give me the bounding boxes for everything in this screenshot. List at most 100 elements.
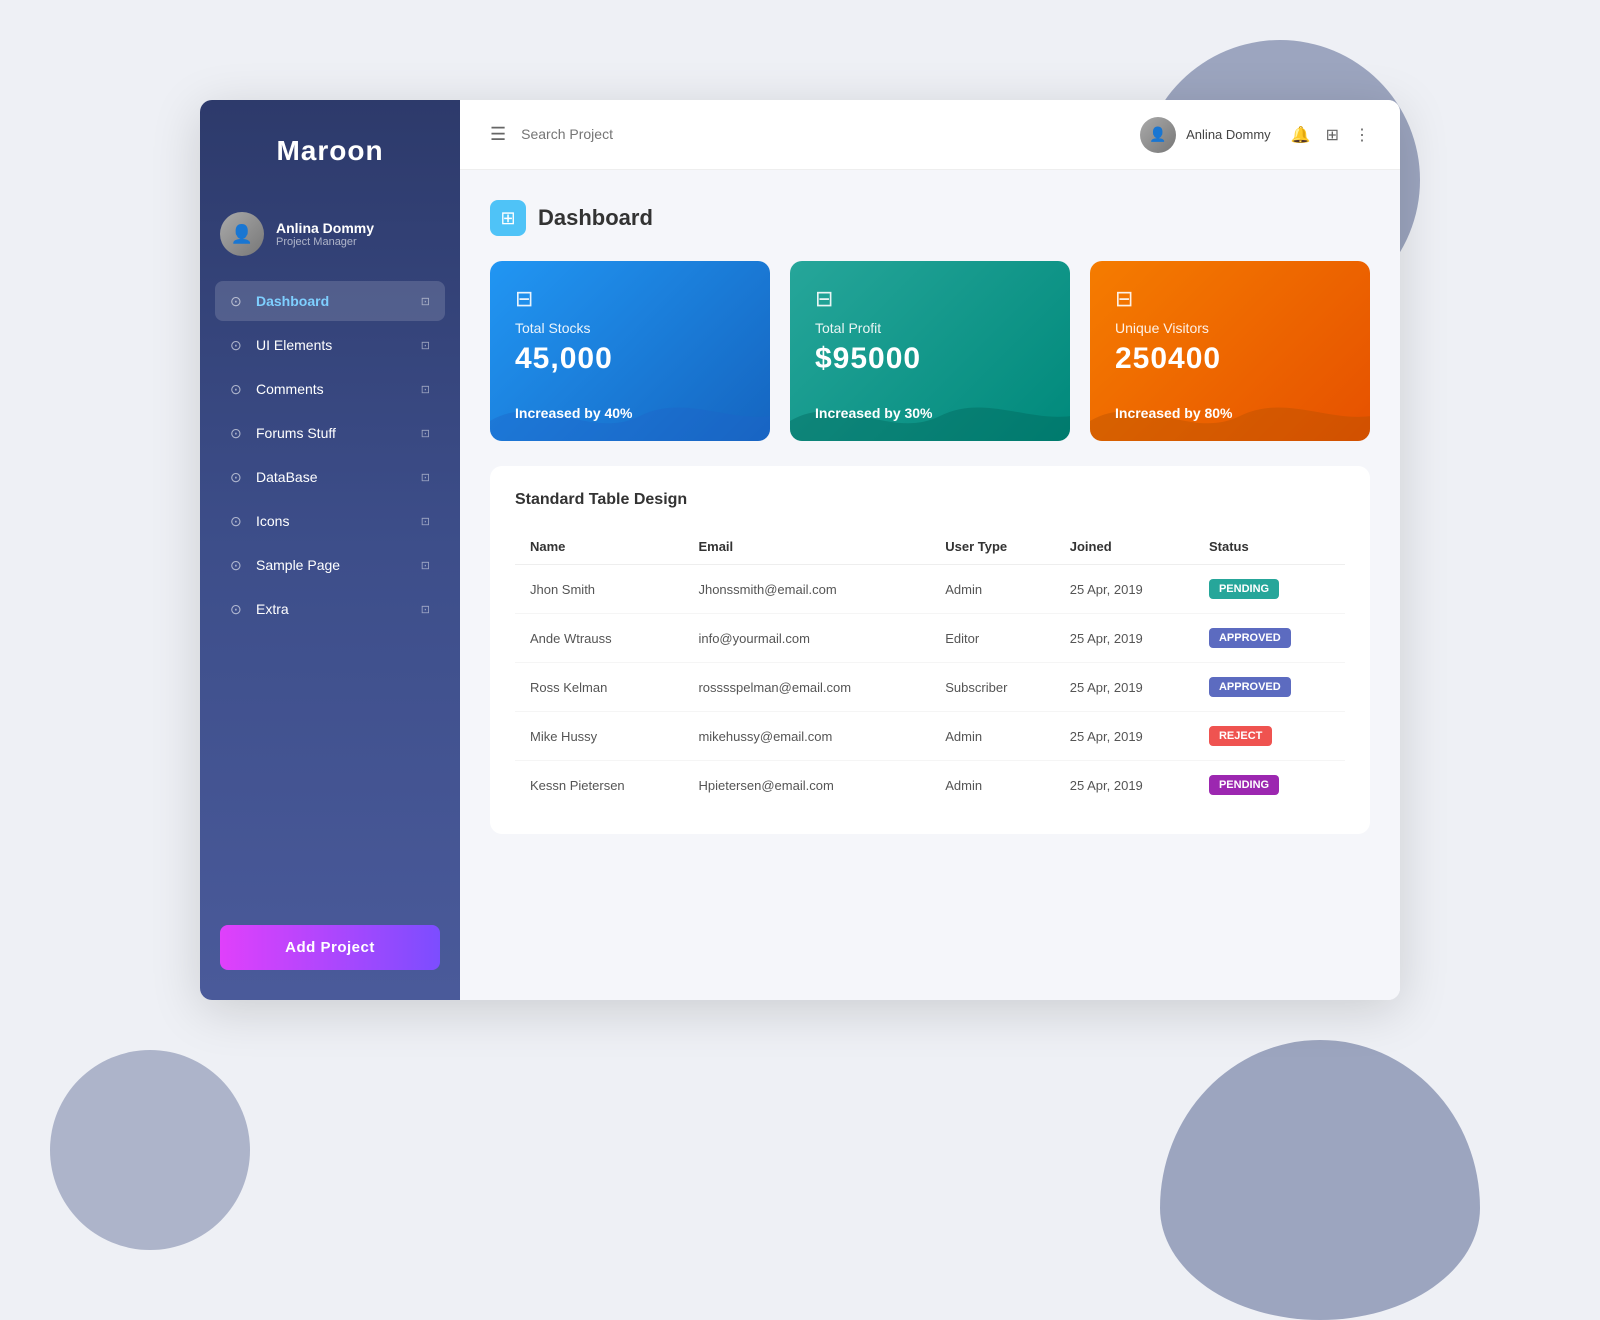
app-title: Maroon	[276, 135, 383, 166]
nav-label-ui-elements: UI Elements	[256, 337, 332, 353]
status-badge-0: PENDING	[1209, 579, 1279, 599]
nav-badge-sample-page: ⊡	[421, 559, 430, 572]
sidebar-item-comments[interactable]: ⊙ Comments ⊡	[215, 369, 445, 409]
sidebar-logo: Maroon	[200, 100, 460, 197]
nav-badge-forums-stuff: ⊡	[421, 427, 430, 440]
sidebar-item-forums-stuff[interactable]: ⊙ Forums Stuff ⊡	[215, 413, 445, 453]
stat-card-bottom-total-profit: Increased by 30%	[815, 405, 1045, 421]
stat-card-total-stocks: ⊟ Total Stocks 45,000 Increased by 40%	[490, 261, 770, 441]
page-title: Dashboard	[538, 205, 653, 231]
cell-email-3: mikehussy@email.com	[683, 712, 930, 761]
cell-usertype-2: Subscriber	[930, 663, 1055, 712]
table-header-row: NameEmailUser TypeJoinedStatus	[515, 529, 1345, 565]
sidebar-item-ui-elements[interactable]: ⊙ UI Elements ⊡	[215, 325, 445, 365]
nav-label-extra: Extra	[256, 601, 289, 617]
sidebar-user-name: Anlina Dommy	[276, 220, 374, 236]
stat-card-unique-visitors: ⊟ Unique Visitors 250400 Increased by 80…	[1090, 261, 1370, 441]
sidebar-item-sample-page[interactable]: ⊙ Sample Page ⊡	[215, 545, 445, 585]
page-title-row: ⊞ Dashboard	[490, 200, 1370, 236]
nav-label-comments: Comments	[256, 381, 324, 397]
cell-email-2: rosssspelman@email.com	[683, 663, 930, 712]
cell-usertype-0: Admin	[930, 565, 1055, 614]
menu-icon[interactable]: ☰	[490, 124, 506, 145]
cell-status-2: APPROVED	[1194, 663, 1345, 712]
stat-title-total-stocks: Total Stocks	[515, 320, 745, 336]
th-email: Email	[683, 529, 930, 565]
table-head: NameEmailUser TypeJoinedStatus	[515, 529, 1345, 565]
nav-label-database: DataBase	[256, 469, 317, 485]
search-bar	[521, 126, 921, 144]
cell-email-0: Jhonssmith@email.com	[683, 565, 930, 614]
sidebar-item-dashboard[interactable]: ⊙ Dashboard ⊡	[215, 281, 445, 321]
cell-status-4: PENDING	[1194, 761, 1345, 810]
header-avatar: 👤	[1140, 117, 1176, 153]
cell-usertype-1: Editor	[930, 614, 1055, 663]
nav-item-left-comments: ⊙ Comments	[230, 381, 324, 397]
th-name: Name	[515, 529, 683, 565]
stat-card-total-profit: ⊟ Total Profit $95000 Increased by 30%	[790, 261, 1070, 441]
search-input[interactable]	[521, 126, 921, 142]
th-joined: Joined	[1055, 529, 1194, 565]
stat-card-top-unique-visitors: ⊟ Unique Visitors 250400	[1115, 286, 1345, 376]
sidebar-avatar-image: 👤	[220, 212, 264, 256]
cell-joined-1: 25 Apr, 2019	[1055, 614, 1194, 663]
nav-icon-icons: ⊙	[230, 513, 246, 529]
bg-decoration-bottom-right	[1160, 1040, 1480, 1320]
nav-badge-ui-elements: ⊡	[421, 339, 430, 352]
nav-item-left-sample-page: ⊙ Sample Page	[230, 557, 340, 573]
nav-icon-sample-page: ⊙	[230, 557, 246, 573]
th-status: Status	[1194, 529, 1345, 565]
cell-status-0: PENDING	[1194, 565, 1345, 614]
status-badge-3: REJECT	[1209, 726, 1272, 746]
stat-change-total-stocks: Increased by 40%	[515, 405, 745, 421]
stat-title-total-profit: Total Profit	[815, 320, 1045, 336]
cell-name-0: Jhon Smith	[515, 565, 683, 614]
cell-name-1: Ande Wtrauss	[515, 614, 683, 663]
bg-decoration-bottom-left	[50, 1050, 250, 1250]
cell-name-2: Ross Kelman	[515, 663, 683, 712]
settings-icon[interactable]: ⊞	[1326, 125, 1339, 145]
sidebar-item-database[interactable]: ⊙ DataBase ⊡	[215, 457, 445, 497]
nav-badge-dashboard: ⊡	[421, 295, 430, 308]
nav-badge-database: ⊡	[421, 471, 430, 484]
main-content: ☰ 👤 Anlina Dommy 🔔 ⊞ ⋮ ⊞ Das	[460, 100, 1400, 1000]
add-project-button[interactable]: Add Project	[220, 925, 440, 970]
stat-value-unique-visitors: 250400	[1115, 342, 1345, 376]
cell-joined-0: 25 Apr, 2019	[1055, 565, 1194, 614]
cell-usertype-4: Admin	[930, 761, 1055, 810]
table-row: Ande Wtrauss info@yourmail.com Editor 25…	[515, 614, 1345, 663]
nav-label-sample-page: Sample Page	[256, 557, 340, 573]
sidebar-user-avatar: 👤	[220, 212, 264, 256]
nav-item-left-icons: ⊙ Icons	[230, 513, 289, 529]
cell-email-4: Hpietersen@email.com	[683, 761, 930, 810]
dashboard-body: ⊞ Dashboard ⊟ Total Stocks 45,000 Increa…	[460, 170, 1400, 1000]
sidebar: Maroon 👤 Anlina Dommy Project Manager ⊙ …	[200, 100, 460, 1000]
stat-card-bottom-total-stocks: Increased by 40%	[515, 405, 745, 421]
nav-label-icons: Icons	[256, 513, 289, 529]
sidebar-item-icons[interactable]: ⊙ Icons ⊡	[215, 501, 445, 541]
table-section: Standard Table Design NameEmailUser Type…	[490, 466, 1370, 834]
sidebar-item-extra[interactable]: ⊙ Extra ⊡	[215, 589, 445, 629]
stat-value-total-stocks: 45,000	[515, 342, 745, 376]
app-container: Maroon 👤 Anlina Dommy Project Manager ⊙ …	[200, 100, 1400, 1000]
notification-icon[interactable]: 🔔	[1291, 125, 1311, 145]
nav-badge-comments: ⊡	[421, 383, 430, 396]
stat-change-total-profit: Increased by 30%	[815, 405, 1045, 421]
stat-card-top-total-stocks: ⊟ Total Stocks 45,000	[515, 286, 745, 376]
stats-grid: ⊟ Total Stocks 45,000 Increased by 40% ⊟…	[490, 261, 1370, 441]
cell-usertype-3: Admin	[930, 712, 1055, 761]
table-row: Jhon Smith Jhonssmith@email.com Admin 25…	[515, 565, 1345, 614]
header-right: 👤 Anlina Dommy 🔔 ⊞ ⋮	[1140, 117, 1370, 153]
nav-item-left-database: ⊙ DataBase	[230, 469, 317, 485]
nav-icon-ui-elements: ⊙	[230, 337, 246, 353]
more-icon[interactable]: ⋮	[1354, 125, 1370, 145]
table-body: Jhon Smith Jhonssmith@email.com Admin 25…	[515, 565, 1345, 810]
nav-item-left-forums-stuff: ⊙ Forums Stuff	[230, 425, 336, 441]
header-username: Anlina Dommy	[1186, 127, 1271, 142]
sidebar-user-info: Anlina Dommy Project Manager	[276, 220, 374, 248]
nav-icon-extra: ⊙	[230, 601, 246, 617]
status-badge-2: APPROVED	[1209, 677, 1291, 697]
stat-icon-total-profit: ⊟	[815, 286, 1045, 312]
table-row: Kessn Pietersen Hpietersen@email.com Adm…	[515, 761, 1345, 810]
nav-badge-icons: ⊡	[421, 515, 430, 528]
